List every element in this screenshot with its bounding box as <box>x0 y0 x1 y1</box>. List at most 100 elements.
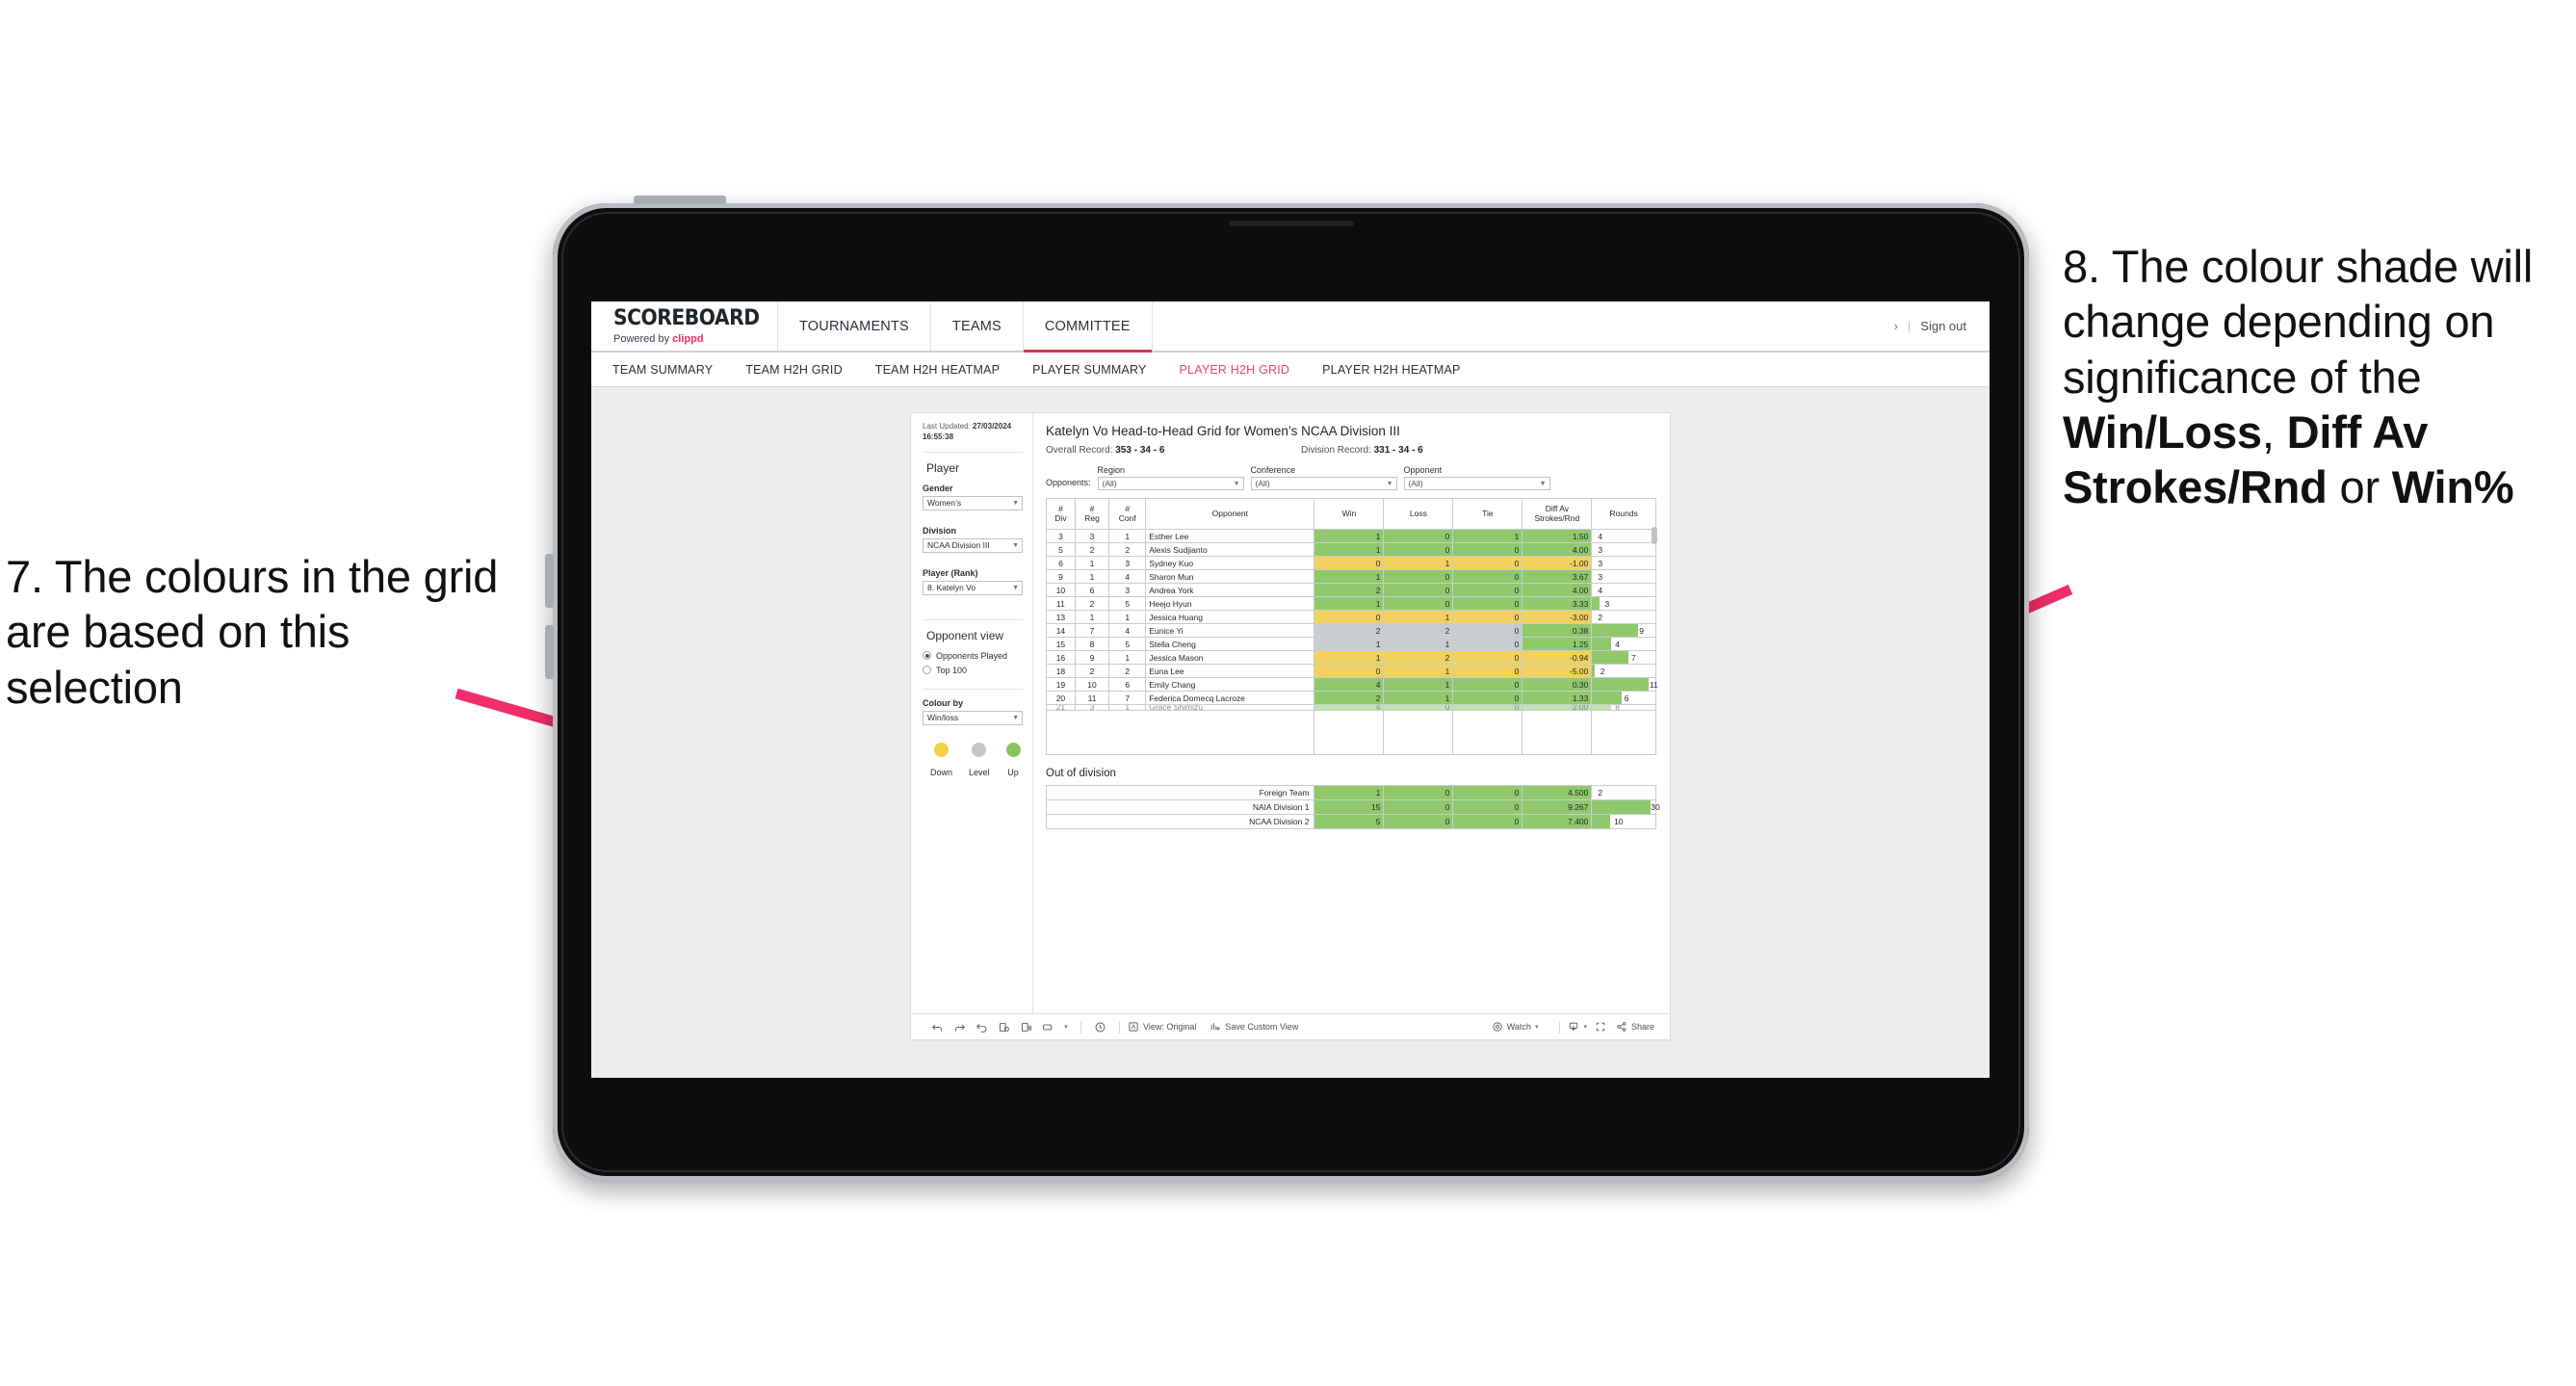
cell-loss: 1 <box>1383 556 1454 570</box>
legend-dot-up-icon <box>1005 742 1021 757</box>
undo-icon[interactable] <box>926 1021 949 1033</box>
chevron-right-icon[interactable]: › <box>1894 319 1898 333</box>
player-rank-select[interactable]: 8. Katelyn Vo ▼ <box>923 580 1023 595</box>
cell-tie: 0 <box>1452 650 1523 665</box>
region-select[interactable]: (All) ▼ <box>1097 477 1244 490</box>
volume-down-button[interactable] <box>545 625 554 679</box>
cell-rounds: 3 <box>1591 569 1656 584</box>
tablet-screen: SCOREBOARD Powered by clippd TOURNAMENTS… <box>591 301 1990 1078</box>
table-row[interactable]: 6 1 3 Sydney Kuo 0 1 0 -1.00 3 <box>1046 556 1656 570</box>
table-row[interactable]: 11 2 5 Heejo Hyun 1 0 0 3.33 3 <box>1046 596 1656 611</box>
annotation-right-bold1: Win/Loss <box>2063 405 2262 458</box>
col-reg[interactable]: # Reg <box>1074 498 1110 530</box>
cell-diff: -0.94 <box>1522 650 1593 665</box>
cell-conf: 5 <box>1108 637 1147 651</box>
cell-opponent: Federica Domecq Lacroze <box>1145 691 1315 705</box>
table-row[interactable]: 16 9 1 Jessica Mason 1 2 0 -0.94 7 <box>1046 650 1656 665</box>
col-div-l1: # <box>1058 503 1063 513</box>
watch-label: Watch <box>1506 1022 1531 1032</box>
ood-row[interactable]: NCAA Division 2 5 0 0 7.400 10 <box>1045 814 1656 829</box>
table-row[interactable]: 9 1 4 Sharon Mun 1 0 0 3.67 3 <box>1046 569 1656 584</box>
cell-loss: 0 <box>1383 529 1454 543</box>
brand-logo[interactable]: SCOREBOARD Powered by clippd <box>591 301 778 351</box>
table-row[interactable]: 10 6 3 Andrea York 2 0 0 4.00 4 <box>1046 583 1656 597</box>
tab-player-h2h-grid[interactable]: PLAYER H2H GRID <box>1180 363 1290 377</box>
save-custom-view-button[interactable]: Save Custom View <box>1210 1021 1298 1033</box>
opponent-select[interactable]: (All) ▼ <box>1403 477 1550 490</box>
colour-by-label: Colour by <box>923 697 963 708</box>
layout-caret-icon[interactable]: ▾ <box>1059 1023 1073 1031</box>
table-row[interactable]: 13 1 1 Jessica Huang 0 1 0 -3.00 2 <box>1046 610 1656 624</box>
col-div[interactable]: # Div <box>1046 498 1076 530</box>
blank-cell <box>1452 710 1523 755</box>
pause-icon[interactable] <box>1015 1021 1037 1033</box>
grid-vertical-scrollbar[interactable] <box>1652 527 1657 544</box>
fullscreen-button[interactable] <box>1595 1021 1606 1033</box>
layout-icon[interactable] <box>1037 1021 1059 1033</box>
col-loss[interactable]: Loss <box>1383 498 1454 530</box>
volume-up-button[interactable] <box>545 554 554 608</box>
gender-select[interactable]: Women’s ▼ <box>923 495 1023 510</box>
table-row[interactable]: 14 7 4 Eunice Yi 2 2 0 0.38 9 <box>1046 623 1656 638</box>
cell-conf: 1 <box>1108 650 1147 665</box>
cell-div: 10 <box>1046 583 1076 597</box>
radio-opponents-played[interactable]: Opponents Played <box>923 651 1023 661</box>
revert-icon[interactable] <box>971 1021 993 1033</box>
nav-item-committee[interactable]: COMMITTEE <box>1023 301 1153 353</box>
col-rounds[interactable]: Rounds <box>1591 498 1656 530</box>
table-row[interactable]: 19 10 6 Emily Chang 4 1 0 0.30 11 <box>1046 677 1658 692</box>
ood-row[interactable]: Foreign Team 1 0 0 4.500 2 <box>1045 785 1656 800</box>
table-row[interactable]: 21 3 1 Grace Shimizu 4 0 0 2.00 8 <box>1046 704 1656 711</box>
tab-team-summary[interactable]: TEAM SUMMARY <box>612 363 713 377</box>
col-conf[interactable]: # Conf <box>1108 498 1147 530</box>
tab-team-h2h-grid[interactable]: TEAM H2H GRID <box>745 363 843 377</box>
col-win[interactable]: Win <box>1314 498 1385 530</box>
chevron-down-icon: ▼ <box>1386 480 1393 487</box>
cell-win: 2 <box>1314 623 1385 638</box>
tab-player-summary[interactable]: PLAYER SUMMARY <box>1032 363 1146 377</box>
radio-top-100[interactable]: Top 100 <box>923 666 1023 675</box>
ood-cell-win: 5 <box>1314 814 1385 829</box>
toolbar-divider-2 <box>1119 1020 1120 1033</box>
toolbar-divider-3 <box>1559 1020 1561 1033</box>
cell-loss: 0 <box>1383 569 1454 584</box>
division-select[interactable]: NCAA Division III ▼ <box>923 537 1023 553</box>
cell-tie: 0 <box>1452 637 1523 651</box>
sign-out-link[interactable]: Sign out <box>1920 319 1966 333</box>
download-button[interactable]: ▾ <box>1568 1021 1587 1033</box>
cell-rounds: 4 <box>1591 529 1656 543</box>
tab-team-h2h-heatmap[interactable]: TEAM H2H HEATMAP <box>875 363 1000 377</box>
watch-button[interactable]: Watch ▾ <box>1492 1021 1538 1033</box>
conference-select[interactable]: (All) ▼ <box>1250 477 1397 490</box>
table-row[interactable]: 3 3 1 Esther Lee 1 0 1 1.50 4 <box>1046 529 1656 543</box>
colour-by-select[interactable]: Win/loss ▼ <box>923 710 1023 725</box>
table-row[interactable]: 5 2 2 Alexis Sudjianto 1 0 0 4.00 3 <box>1046 542 1656 557</box>
divider-3 <box>923 688 1023 690</box>
cell-win: 2 <box>1314 583 1385 597</box>
nav-item-teams[interactable]: TEAMS <box>931 301 1024 351</box>
share-button[interactable]: Share <box>1616 1021 1654 1033</box>
ood-row[interactable]: NAIA Division 1 15 0 0 9.267 30 <box>1045 799 1660 815</box>
tab-player-h2h-heatmap[interactable]: PLAYER H2H HEATMAP <box>1322 363 1460 377</box>
cell-diff: 2.00 <box>1522 704 1593 711</box>
opponent-filter: Opponent (All) ▼ <box>1403 465 1550 490</box>
table-row[interactable]: 20 11 7 Federica Domecq Lacroze 2 1 0 1.33 6 <box>1046 691 1656 705</box>
table-row[interactable]: 18 2 2 Euna Lee 0 1 0 -5.00 2 <box>1046 664 1656 678</box>
col-tie[interactable]: Tie <box>1452 498 1523 530</box>
col-diff[interactable]: Diff Av Strokes/Rnd <box>1522 498 1593 530</box>
table-row[interactable]: 15 8 5 Stella Cheng 1 1 0 1.25 4 <box>1046 637 1656 651</box>
refresh-icon[interactable] <box>993 1021 1015 1033</box>
cell-win: 1 <box>1314 529 1385 543</box>
redo-icon[interactable] <box>949 1021 971 1033</box>
cell-conf: 7 <box>1108 691 1147 705</box>
cell-opponent: Euna Lee <box>1145 664 1315 678</box>
col-opponent[interactable]: Opponent <box>1145 498 1315 530</box>
cell-diff: 0.38 <box>1522 623 1593 638</box>
history-icon[interactable] <box>1089 1021 1111 1033</box>
power-button[interactable] <box>634 196 726 204</box>
nav-item-tournaments[interactable]: TOURNAMENTS <box>778 301 931 351</box>
view-original-label: View: Original <box>1143 1022 1197 1032</box>
view-original-button[interactable]: View: Original <box>1128 1021 1196 1033</box>
cell-rounds: 7 <box>1591 650 1656 665</box>
toolbar-divider-1 <box>1080 1020 1081 1033</box>
